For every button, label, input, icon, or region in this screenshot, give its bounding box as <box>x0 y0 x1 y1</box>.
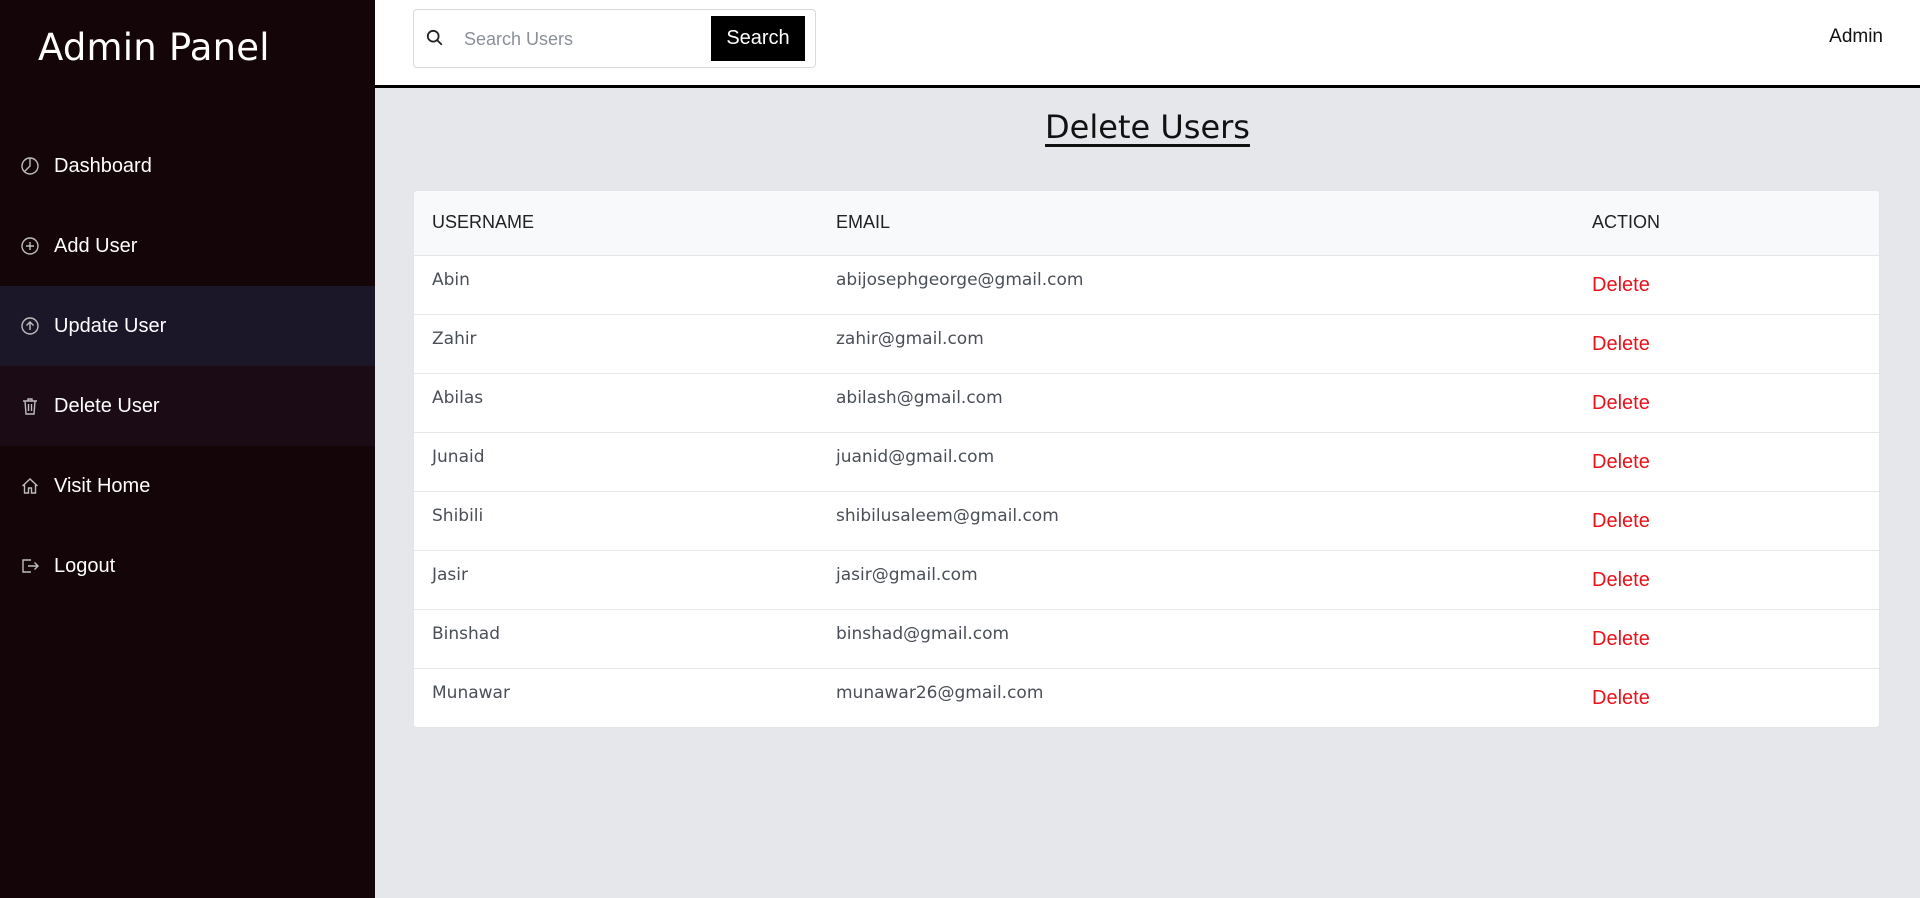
email-cell: abilash@gmail.com <box>836 387 1003 408</box>
table-header-row: USERNAME EMAIL ACTION <box>414 191 1879 256</box>
delete-button[interactable]: Delete <box>1592 274 1650 296</box>
email-cell: juanid@gmail.com <box>836 446 995 467</box>
delete-button[interactable]: Delete <box>1592 333 1650 355</box>
action-cell: Delete <box>1574 373 1879 432</box>
username-cell: Shibili <box>432 505 484 526</box>
sidebar-item-label: Dashboard <box>54 154 152 177</box>
search-icon <box>426 29 446 49</box>
sidebar-item-delete-user[interactable]: Delete User <box>0 366 375 446</box>
column-header-action: ACTION <box>1574 191 1879 256</box>
pie-chart-icon <box>20 156 40 176</box>
table-row: Abilas abilash@gmail.com Delete <box>414 373 1879 432</box>
delete-button[interactable]: Delete <box>1592 628 1650 650</box>
users-table: USERNAME EMAIL ACTION Abin abijosephgeor… <box>414 191 1879 727</box>
email-cell: abijosephgeorge@gmail.com <box>836 269 1084 290</box>
delete-button[interactable]: Delete <box>1592 510 1650 532</box>
username-cell: Jasir <box>432 564 469 585</box>
username-cell: Munawar <box>432 682 510 703</box>
table-row: Abin abijosephgeorge@gmail.com Delete <box>414 255 1879 314</box>
email-cell: binshad@gmail.com <box>836 623 1010 644</box>
table-row: Binshad binshad@gmail.com Delete <box>414 609 1879 668</box>
username-cell: Junaid <box>432 446 485 467</box>
sidebar-item-label: Add User <box>54 234 138 257</box>
delete-button[interactable]: Delete <box>1592 392 1650 414</box>
action-cell: Delete <box>1574 609 1879 668</box>
sidebar-title: Admin Panel <box>38 26 270 69</box>
trash-icon <box>20 396 40 416</box>
user-label[interactable]: Admin <box>1829 26 1883 48</box>
sidebar-item-add-user[interactable]: Add User <box>0 206 375 286</box>
sidebar-nav: Dashboard Add User Update User Delete Us… <box>0 126 375 606</box>
top-bar: Search Admin <box>375 0 1920 88</box>
plus-circle-icon <box>20 236 40 256</box>
email-cell: zahir@gmail.com <box>836 328 984 349</box>
page-title-container: Delete Users <box>375 108 1920 146</box>
sidebar-item-label: Logout <box>54 554 116 577</box>
sidebar-item-update-user[interactable]: Update User <box>0 286 375 366</box>
sidebar: Admin Panel Dashboard Add User Update Us… <box>0 0 375 898</box>
delete-button[interactable]: Delete <box>1592 451 1650 473</box>
sidebar-item-label: Visit Home <box>54 474 151 497</box>
email-cell: jasir@gmail.com <box>836 564 978 585</box>
sidebar-item-label: Update User <box>54 314 167 337</box>
username-cell: Abilas <box>432 387 484 408</box>
search-input[interactable] <box>464 21 704 57</box>
column-header-username: USERNAME <box>414 191 818 256</box>
column-header-email: EMAIL <box>818 191 1574 256</box>
search-box: Search <box>413 9 816 68</box>
sidebar-item-logout[interactable]: Logout <box>0 526 375 606</box>
username-cell: Binshad <box>432 623 500 644</box>
action-cell: Delete <box>1574 550 1879 609</box>
table-row: Shibili shibilusaleem@gmail.com Delete <box>414 491 1879 550</box>
table-row: Junaid juanid@gmail.com Delete <box>414 432 1879 491</box>
logout-icon <box>20 556 40 576</box>
table-row: Zahir zahir@gmail.com Delete <box>414 314 1879 373</box>
home-icon <box>20 476 40 496</box>
action-cell: Delete <box>1574 255 1879 314</box>
email-cell: shibilusaleem@gmail.com <box>836 505 1059 526</box>
sidebar-item-dashboard[interactable]: Dashboard <box>0 126 375 206</box>
sidebar-item-visit-home[interactable]: Visit Home <box>0 446 375 526</box>
arrow-up-circle-icon <box>20 316 40 336</box>
email-cell: munawar26@gmail.com <box>836 682 1044 703</box>
action-cell: Delete <box>1574 668 1879 727</box>
username-cell: Zahir <box>432 328 477 349</box>
search-button[interactable]: Search <box>711 16 805 61</box>
table-row: Jasir jasir@gmail.com Delete <box>414 550 1879 609</box>
table-row: Munawar munawar26@gmail.com Delete <box>414 668 1879 727</box>
action-cell: Delete <box>1574 491 1879 550</box>
delete-button[interactable]: Delete <box>1592 687 1650 709</box>
sidebar-item-label: Delete User <box>54 394 160 417</box>
delete-button[interactable]: Delete <box>1592 569 1650 591</box>
page-title: Delete Users <box>1045 108 1250 146</box>
action-cell: Delete <box>1574 432 1879 491</box>
users-table-card: USERNAME EMAIL ACTION Abin abijosephgeor… <box>413 190 1880 728</box>
username-cell: Abin <box>432 269 470 290</box>
action-cell: Delete <box>1574 314 1879 373</box>
